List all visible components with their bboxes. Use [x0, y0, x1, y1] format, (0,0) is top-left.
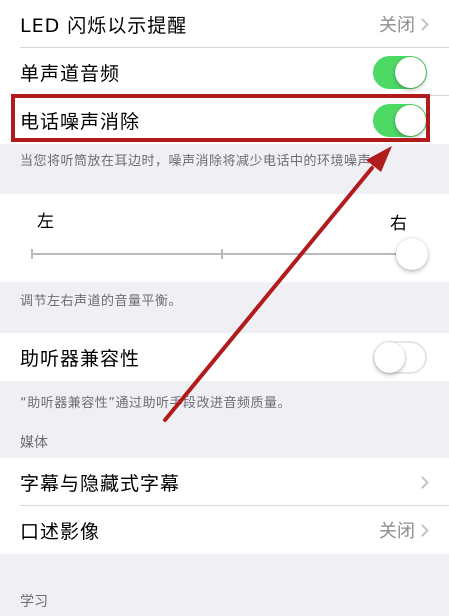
balance-note: 调节左右声道的音量平衡。 [20, 294, 183, 309]
hearing-aid-note: “助听器兼容性”通过助听手段改进音频质量。 [20, 396, 291, 411]
chevron-right-icon [416, 523, 429, 537]
audio-description-row[interactable]: 口述影像 关闭 [0, 506, 449, 554]
led-flash-row[interactable]: LED 闪烁以示提醒 关闭 [0, 0, 449, 48]
hearing-aid-group: 助听器兼容性 [0, 333, 449, 381]
subtitles-row[interactable]: 字幕与隐藏式字幕 [0, 458, 449, 506]
phone-noise-cancel-label: 电话噪声消除 [20, 110, 141, 133]
media-group: 字幕与隐藏式字幕 口述影像 关闭 [0, 458, 449, 554]
mono-audio-toggle[interactable] [373, 55, 427, 89]
toggle-knob [395, 56, 426, 88]
slider-tick-center [221, 249, 223, 259]
mono-audio-label: 单声道音频 [20, 62, 121, 85]
mono-audio-row: 单声道音频 [0, 48, 449, 96]
phone-noise-cancel-row: 电话噪声消除 [0, 96, 449, 144]
noise-cancel-note: 当您将听筒放在耳边时，噪声消除将减少电话中的环境噪声。 [20, 154, 385, 169]
settings-group-top: LED 闪烁以示提醒 关闭 单声道音频 电话噪声消除 [0, 0, 449, 144]
audio-description-value: 关闭 [379, 521, 415, 542]
subtitles-label: 字幕与隐藏式字幕 [20, 472, 181, 495]
chevron-right-icon [416, 475, 429, 489]
led-flash-value: 关闭 [379, 15, 415, 36]
balance-group: 左 右 [0, 194, 449, 282]
toggle-knob [374, 341, 405, 373]
led-flash-label: LED 闪烁以示提醒 [20, 14, 188, 37]
slider-tick-left [31, 249, 33, 259]
section-header-learning: 学习 [20, 594, 48, 610]
hearing-aid-row: 助听器兼容性 [0, 333, 449, 381]
chevron-right-icon [416, 17, 429, 31]
balance-slider-thumb[interactable] [396, 238, 428, 270]
hearing-aid-label: 助听器兼容性 [20, 347, 141, 370]
toggle-knob [395, 104, 426, 136]
section-header-media: 媒体 [20, 435, 48, 451]
audio-description-label: 口述影像 [20, 520, 101, 543]
hearing-aid-toggle[interactable] [373, 340, 427, 374]
phone-noise-cancel-toggle[interactable] [373, 103, 427, 137]
balance-right-label: 右 [390, 214, 407, 234]
balance-left-label: 左 [37, 212, 54, 232]
